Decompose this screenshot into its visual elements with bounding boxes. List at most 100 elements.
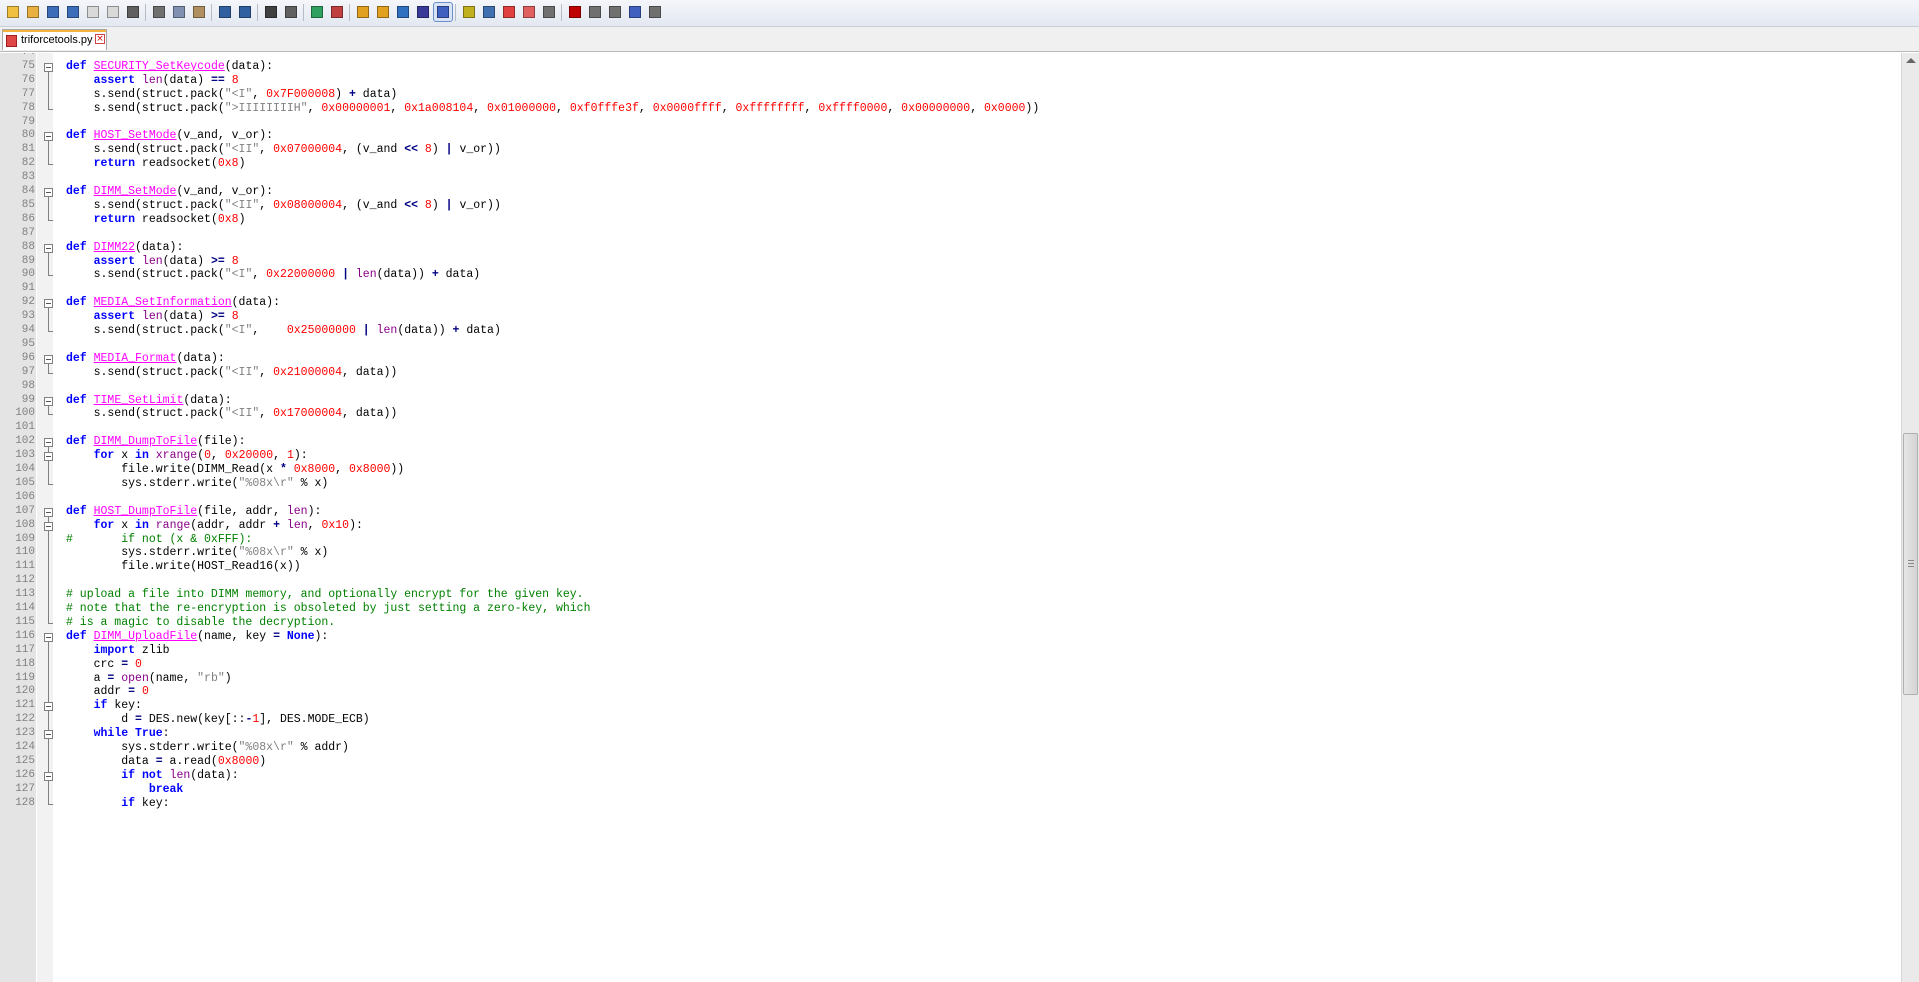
line-number: 80 bbox=[21, 129, 35, 142]
fold-toggle-icon[interactable] bbox=[44, 132, 53, 142]
user-defined-lang-icon[interactable] bbox=[460, 3, 478, 21]
folder-workspace-icon[interactable] bbox=[520, 3, 538, 21]
code-line[interactable]: def DIMM_SetMode(v_and, v_or): bbox=[66, 185, 273, 198]
code-line[interactable]: break bbox=[66, 783, 184, 796]
find-icon[interactable] bbox=[262, 3, 280, 21]
fold-toggle-icon[interactable] bbox=[44, 243, 53, 253]
code-line[interactable]: crc = 0 bbox=[66, 658, 142, 671]
close-all-icon[interactable] bbox=[104, 3, 122, 21]
code-line[interactable]: addr = 0 bbox=[66, 685, 149, 698]
undo-icon[interactable] bbox=[216, 3, 234, 21]
sync-vertical-icon[interactable] bbox=[354, 3, 372, 21]
cut-icon[interactable] bbox=[150, 3, 168, 21]
open-file-icon[interactable] bbox=[24, 3, 42, 21]
code-line[interactable]: def SECURITY_SetKeycode(data): bbox=[66, 60, 273, 73]
code-line[interactable]: assert len(data) >= 8 bbox=[66, 255, 239, 268]
code-line[interactable]: s.send(struct.pack("<I", 0x25000000 | le… bbox=[66, 324, 501, 337]
zoom-out-icon[interactable] bbox=[328, 3, 346, 21]
code-line[interactable]: # is a magic to disable the decryption. bbox=[66, 616, 335, 629]
fold-toggle-icon[interactable] bbox=[44, 507, 53, 517]
tab-close-icon[interactable]: × bbox=[95, 34, 105, 44]
run-macro-multiple-icon[interactable] bbox=[626, 3, 644, 21]
code-line[interactable]: file.write(DIMM_Read(x * 0x8000, 0x8000)… bbox=[66, 463, 404, 476]
code-line[interactable]: s.send(struct.pack(">IIIIIIIIH", 0x00000… bbox=[66, 102, 1040, 115]
fold-toggle-icon[interactable] bbox=[44, 521, 53, 531]
toolbar-glyph bbox=[239, 6, 251, 18]
code-line[interactable]: file.write(HOST_Read16(x)) bbox=[66, 560, 300, 573]
paste-icon[interactable] bbox=[190, 3, 208, 21]
code-line[interactable]: s.send(struct.pack("<I", 0x22000000 | le… bbox=[66, 268, 481, 281]
code-line[interactable]: import zlib bbox=[66, 644, 170, 657]
code-line[interactable]: if key: bbox=[66, 699, 142, 712]
code-line[interactable]: while True: bbox=[66, 727, 170, 740]
indent-guide-icon[interactable] bbox=[433, 2, 453, 22]
function-list-icon[interactable] bbox=[500, 3, 518, 21]
redo-icon[interactable] bbox=[236, 3, 254, 21]
zoom-in-icon[interactable] bbox=[308, 3, 326, 21]
code-line[interactable]: assert len(data) == 8 bbox=[66, 74, 239, 87]
show-all-chars-icon[interactable] bbox=[414, 3, 432, 21]
code-line[interactable]: sys.stderr.write("%08x\r" % addr) bbox=[66, 741, 349, 754]
fold-toggle-icon[interactable] bbox=[44, 396, 53, 406]
fold-toggle-icon[interactable] bbox=[44, 188, 53, 197]
code-line[interactable]: # if not (x & 0xFFF): bbox=[66, 533, 252, 546]
code-line[interactable]: s.send(struct.pack("<I", 0x7F000008) + d… bbox=[66, 88, 398, 101]
code-line[interactable]: assert len(data) >= 8 bbox=[66, 310, 239, 323]
word-wrap-icon[interactable] bbox=[394, 3, 412, 21]
fold-toggle-icon[interactable] bbox=[44, 771, 53, 781]
toolbar-glyph bbox=[503, 6, 515, 18]
replace-icon[interactable] bbox=[282, 3, 300, 21]
code-line[interactable]: def DIMM_DumpToFile(file): bbox=[66, 435, 245, 448]
code-line[interactable]: sys.stderr.write("%08x\r" % x) bbox=[66, 546, 328, 559]
scroll-up-arrow[interactable] bbox=[1906, 58, 1916, 63]
sync-horizontal-icon[interactable] bbox=[374, 3, 392, 21]
fold-toggle-icon[interactable] bbox=[44, 62, 53, 72]
tab-triforcetools[interactable]: triforcetools.py × bbox=[2, 29, 107, 50]
copy-icon[interactable] bbox=[170, 3, 188, 21]
code-line[interactable]: s.send(struct.pack("<II", 0x21000004, da… bbox=[66, 366, 398, 379]
code-editor[interactable]: 7475 def SECURITY_SetKeycode(data): 76 ass… bbox=[0, 53, 1901, 982]
code-line[interactable]: return readsocket(0x8) bbox=[66, 213, 246, 226]
record-macro-icon[interactable] bbox=[566, 3, 584, 21]
code-line[interactable]: d = DES.new(key[::-1], DES.MODE_ECB) bbox=[66, 713, 369, 726]
monitoring-icon[interactable] bbox=[540, 3, 558, 21]
play-macro-icon[interactable] bbox=[606, 3, 624, 21]
code-line[interactable]: s.send(struct.pack("<II", 0x08000004, (v… bbox=[66, 199, 501, 212]
code-line[interactable]: def DIMM_UploadFile(name, key = None): bbox=[66, 630, 328, 643]
code-line[interactable]: s.send(struct.pack("<II", 0x07000004, (v… bbox=[66, 143, 501, 156]
code-line[interactable]: for x in xrange(0, 0x20000, 1): bbox=[66, 449, 308, 462]
code-line[interactable]: def HOST_SetMode(v_and, v_or): bbox=[66, 129, 273, 142]
code-line[interactable]: s.send(struct.pack("<II", 0x17000004, da… bbox=[66, 407, 398, 420]
fold-toggle-icon[interactable] bbox=[44, 354, 53, 364]
code-line[interactable]: a = open(name, "rb") bbox=[66, 672, 232, 685]
scrollbar-thumb[interactable] bbox=[1903, 433, 1918, 695]
fold-toggle-icon[interactable] bbox=[44, 632, 53, 642]
fold-toggle-icon[interactable] bbox=[44, 730, 53, 740]
close-icon[interactable] bbox=[84, 3, 102, 21]
fold-toggle-icon[interactable] bbox=[44, 299, 53, 309]
code-line[interactable]: def MEDIA_SetInformation(data): bbox=[66, 296, 280, 309]
fold-toggle-icon[interactable] bbox=[44, 438, 53, 448]
fold-toggle-icon[interactable] bbox=[44, 452, 53, 462]
save-all-icon[interactable] bbox=[64, 3, 82, 21]
code-line[interactable]: def MEDIA_Format(data): bbox=[66, 352, 225, 365]
doc-map-icon[interactable] bbox=[480, 3, 498, 21]
new-file-icon[interactable] bbox=[4, 3, 22, 21]
code-line[interactable]: sys.stderr.write("%08x\r" % x) bbox=[66, 477, 328, 490]
fold-toggle-icon[interactable] bbox=[44, 702, 53, 712]
code-line[interactable]: if not len(data): bbox=[66, 769, 238, 782]
code-line[interactable]: # note that the re-encryption is obsolet… bbox=[66, 602, 591, 615]
code-line[interactable]: def TIME_SetLimit(data): bbox=[66, 394, 232, 407]
code-line[interactable]: for x in range(addr, addr + len, 0x10): bbox=[66, 519, 363, 532]
stop-macro-icon[interactable] bbox=[586, 3, 604, 21]
code-line[interactable]: data = a.read(0x8000) bbox=[66, 755, 266, 768]
code-line[interactable]: if key: bbox=[66, 797, 169, 810]
code-line[interactable]: def DIMM22(data): bbox=[66, 241, 183, 254]
code-line[interactable]: def HOST_DumpToFile(file, addr, len): bbox=[66, 505, 321, 518]
save-macro-icon[interactable] bbox=[646, 3, 664, 21]
vertical-scrollbar[interactable] bbox=[1901, 53, 1919, 982]
print-icon[interactable] bbox=[124, 3, 142, 21]
save-icon[interactable] bbox=[44, 3, 62, 21]
code-line[interactable]: return readsocket(0x8) bbox=[66, 157, 246, 170]
code-line[interactable]: # upload a file into DIMM memory, and op… bbox=[66, 588, 584, 601]
